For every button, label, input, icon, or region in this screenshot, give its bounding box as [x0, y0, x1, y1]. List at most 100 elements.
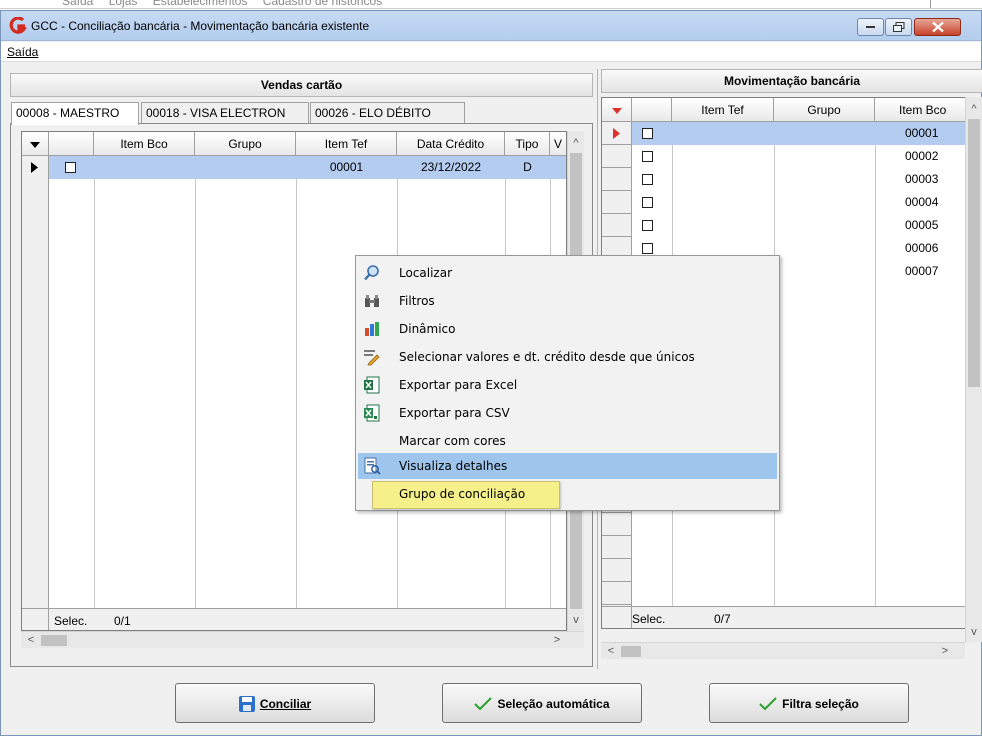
row-checkbox[interactable] [642, 220, 653, 231]
menu-item-marcar-cores[interactable]: Marcar com cores [358, 428, 777, 454]
table-row[interactable]: 00003 [602, 168, 966, 191]
scroll-thumb[interactable] [968, 119, 980, 387]
minimize-button[interactable] [857, 18, 884, 36]
row-checkbox[interactable] [642, 128, 653, 139]
footer-count: 0/7 [714, 612, 731, 626]
scroll-left-arrow[interactable]: < [23, 632, 39, 648]
header-data-credito[interactable]: Data Crédito [397, 132, 505, 156]
footer-indicator [602, 607, 632, 628]
row-checkbox[interactable] [642, 151, 653, 162]
tab-label: 00026 - ELO DÉBITO [315, 106, 431, 120]
row-checkbox[interactable] [642, 174, 653, 185]
header-item-tef[interactable]: Item Tef [296, 132, 397, 156]
selecao-automatica-button[interactable]: Seleção automática [442, 683, 642, 723]
menu-saida[interactable]: Saída [7, 45, 38, 59]
menu-item-label: Exportar para CSV [399, 406, 510, 420]
row-checkbox[interactable] [65, 162, 76, 173]
row-checkbox[interactable] [642, 197, 653, 208]
scroll-up-arrow[interactable]: ^ [568, 135, 584, 151]
background-menu: Saída Lojas Estabelecimentos Cadastro de… [62, 0, 394, 8]
left-panel-title-text: Vendas cartão [260, 78, 343, 92]
footer-indicator [22, 609, 49, 630]
row-indicator [602, 122, 632, 145]
save-icon [238, 695, 255, 712]
cell-item-bco: 00006 [905, 241, 939, 255]
scroll-up-arrow[interactable]: ^ [966, 101, 982, 117]
magnifier-icon [364, 265, 379, 281]
header-item-bco[interactable]: Item Bco [94, 132, 195, 156]
table-row[interactable]: 00002 [602, 145, 966, 168]
row-indicator [602, 513, 631, 536]
table-row[interactable]: 00001 23/12/2022 D [22, 156, 566, 179]
app-logo-icon [9, 17, 27, 34]
context-menu: Localizar Filtros Dinâmico Selecionar va… [355, 255, 780, 511]
tab-label: 00018 - VISA ELECTRON [146, 106, 286, 120]
conciliar-button[interactable]: Conciliar [175, 683, 375, 723]
title-bar[interactable]: GCC - Conciliação bancária - Movimentaçã… [1, 11, 981, 41]
header-item-tef[interactable]: Item Tef [672, 98, 774, 122]
scroll-right-arrow[interactable]: > [937, 643, 953, 659]
row-checkbox[interactable] [642, 243, 653, 254]
row-indicator [602, 168, 632, 191]
restore-icon [892, 22, 904, 32]
right-panel-title-text: Movimentação bancária [723, 74, 861, 88]
footer-label: Selec. [632, 612, 666, 626]
header-grupo[interactable]: Grupo [195, 132, 296, 156]
scroll-down-arrow[interactable]: v [966, 624, 982, 640]
pencil-select-icon [364, 350, 380, 366]
restore-button[interactable] [885, 18, 912, 36]
tab-label: 00008 - MAESTRO [16, 106, 120, 120]
footer-label: Selec. [54, 614, 88, 628]
vendas-horizontal-scrollbar[interactable]: < > [21, 631, 584, 648]
movimentacao-grid-header: Item Tef Grupo Item Bco [602, 98, 966, 122]
tab-elo-debito[interactable]: 00026 - ELO DÉBITO [310, 102, 465, 124]
column-dropdown-icon [611, 108, 622, 114]
cell-item-bco: 00005 [905, 218, 939, 232]
close-button[interactable] [914, 18, 961, 36]
checkmark-icon [474, 697, 493, 711]
menu-item-exportar-excel[interactable]: Exportar para Excel [358, 372, 777, 398]
column-menu-cell[interactable] [602, 98, 632, 122]
header-valor[interactable]: V [550, 132, 566, 156]
menu-item-dinamico[interactable]: Dinâmico [358, 316, 777, 342]
menu-item-visualiza-detalhes[interactable]: Visualiza detalhes [358, 453, 777, 479]
column-menu-cell[interactable] [22, 132, 49, 156]
row-indicator [602, 191, 632, 214]
table-row[interactable]: 00004 [602, 191, 966, 214]
movimentacao-horizontal-scrollbar[interactable]: < > [601, 642, 965, 659]
scroll-thumb[interactable] [41, 635, 67, 646]
current-row-arrow-icon [613, 128, 620, 139]
row-indicator [602, 214, 632, 237]
column-dropdown-icon [30, 142, 40, 148]
menu-item-filtros[interactable]: Filtros [358, 288, 777, 314]
scroll-left-arrow[interactable]: < [603, 643, 619, 659]
header-check [632, 98, 672, 122]
menu-item-selecionar-valores[interactable]: Selecionar valores e dt. crédito desde q… [358, 344, 777, 370]
menu-bar: Saída [1, 42, 981, 62]
tab-maestro[interactable]: 00008 - MAESTRO [11, 102, 139, 125]
bg-menu-item: Cadastro de históricos [262, 0, 383, 8]
header-tipo[interactable]: Tipo [505, 132, 550, 156]
close-icon [931, 21, 944, 33]
cell-item-tef: 00001 [329, 160, 364, 174]
scroll-down-arrow[interactable]: v [568, 612, 584, 628]
header-grupo[interactable]: Grupo [774, 98, 875, 122]
table-row[interactable]: 00001 [602, 122, 966, 145]
scroll-right-arrow[interactable]: > [549, 632, 565, 648]
filtra-selecao-button[interactable]: Filtra seleção [709, 683, 909, 723]
menu-item-localizar[interactable]: Localizar [358, 260, 777, 286]
scroll-thumb[interactable] [621, 646, 641, 657]
grid-line [296, 156, 297, 608]
header-item-bco[interactable]: Item Bco [875, 98, 966, 122]
vendas-indicator-column [22, 156, 49, 608]
row-indicator [602, 582, 631, 605]
tab-visa-electron[interactable]: 00018 - VISA ELECTRON [141, 102, 309, 124]
table-row[interactable]: 00005 [602, 214, 966, 237]
left-panel-title: Vendas cartão [10, 73, 593, 97]
vendas-grid-header: Item Bco Grupo Item Tef Data Crédito Tip… [22, 132, 566, 156]
menu-item-label: Marcar com cores [399, 434, 506, 448]
cell-item-bco: 00003 [905, 172, 939, 186]
details-icon [364, 457, 381, 475]
movimentacao-vertical-scrollbar[interactable]: ^ v [965, 97, 982, 642]
menu-item-exportar-csv[interactable]: Exportar para CSV [358, 400, 777, 426]
